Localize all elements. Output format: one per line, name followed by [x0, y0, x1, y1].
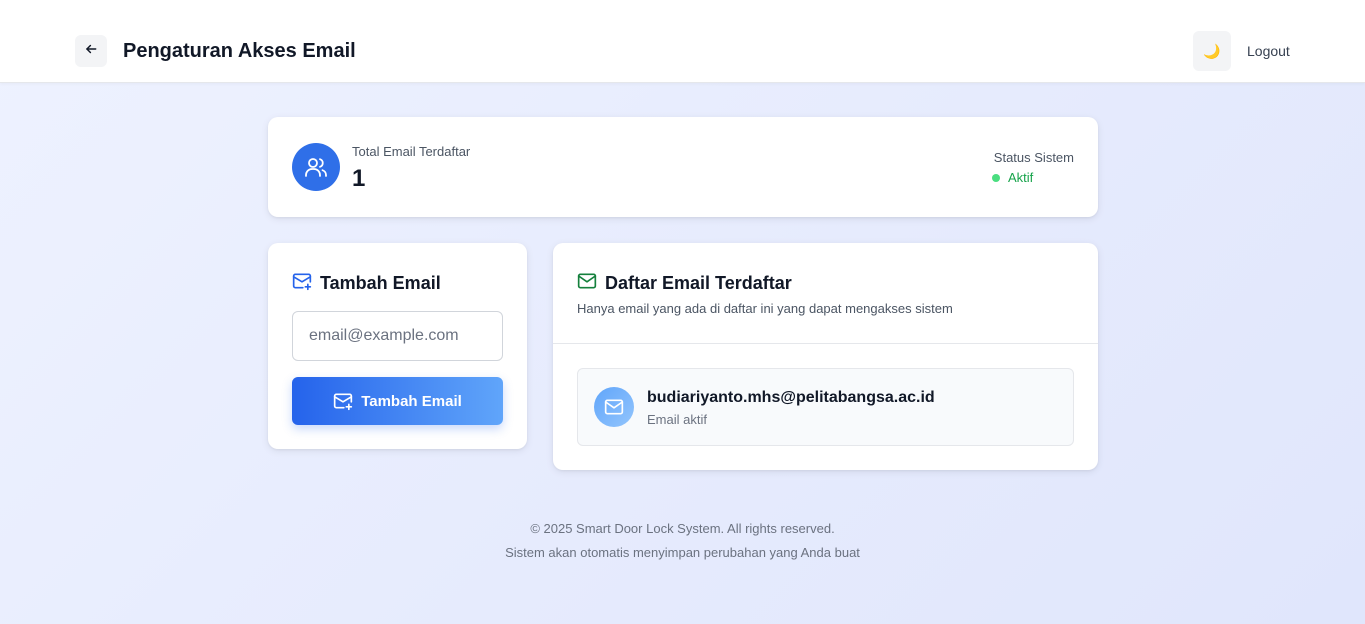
theme-toggle-button[interactable]: 🌙 [1193, 31, 1231, 71]
email-input[interactable] [292, 311, 503, 361]
stats-card: Total Email Terdaftar 1 Status Sistem Ak… [268, 117, 1098, 217]
arrow-left-icon [84, 42, 98, 61]
status-dot [992, 173, 1000, 182]
footer-note: Sistem akan otomatis menyimpan perubahan… [505, 545, 860, 560]
mail-plus-icon [333, 391, 353, 411]
total-email-label: Total Email Terdaftar [352, 144, 471, 159]
mail-plus-icon [292, 271, 312, 296]
email-list-card: Daftar Email Terdaftar Hanya email yang … [553, 243, 1098, 470]
total-email-count: 1 [352, 165, 366, 192]
page-title: Pengaturan Akses Email [123, 40, 356, 62]
system-status-label: Status Sistem [993, 150, 1074, 165]
users-icon [292, 143, 340, 191]
system-status-value: Aktif [1008, 170, 1034, 185]
moon-icon: 🌙 [1203, 42, 1221, 59]
system-status-badge: Aktif [992, 170, 1033, 185]
registered-email: budiariyanto.mhs@pelitabangsa.ac.id [647, 389, 935, 406]
list-item: budiariyanto.mhs@pelitabangsa.ac.id Emai… [577, 368, 1074, 446]
mail-icon [594, 387, 634, 427]
divider [553, 343, 1098, 344]
email-status: Email aktif [647, 412, 707, 427]
email-list-header: Daftar Email Terdaftar [577, 271, 792, 296]
add-email-button-label: Tambah Email [361, 392, 462, 410]
top-header: Pengaturan Akses Email 🌙 Logout [0, 0, 1365, 83]
add-email-title: Tambah Email [320, 273, 441, 293]
logout-link[interactable]: Logout [1247, 43, 1290, 59]
email-list-subtitle: Hanya email yang ada di daftar ini yang … [577, 301, 953, 316]
footer-copyright: © 2025 Smart Door Lock System. All right… [530, 521, 835, 536]
add-email-card: Tambah Email Tambah Email [268, 243, 527, 449]
mail-icon [577, 271, 597, 296]
email-list-title: Daftar Email Terdaftar [605, 273, 792, 293]
add-email-header: Tambah Email [292, 271, 441, 296]
add-email-button[interactable]: Tambah Email [292, 377, 503, 425]
back-button[interactable] [75, 35, 107, 67]
